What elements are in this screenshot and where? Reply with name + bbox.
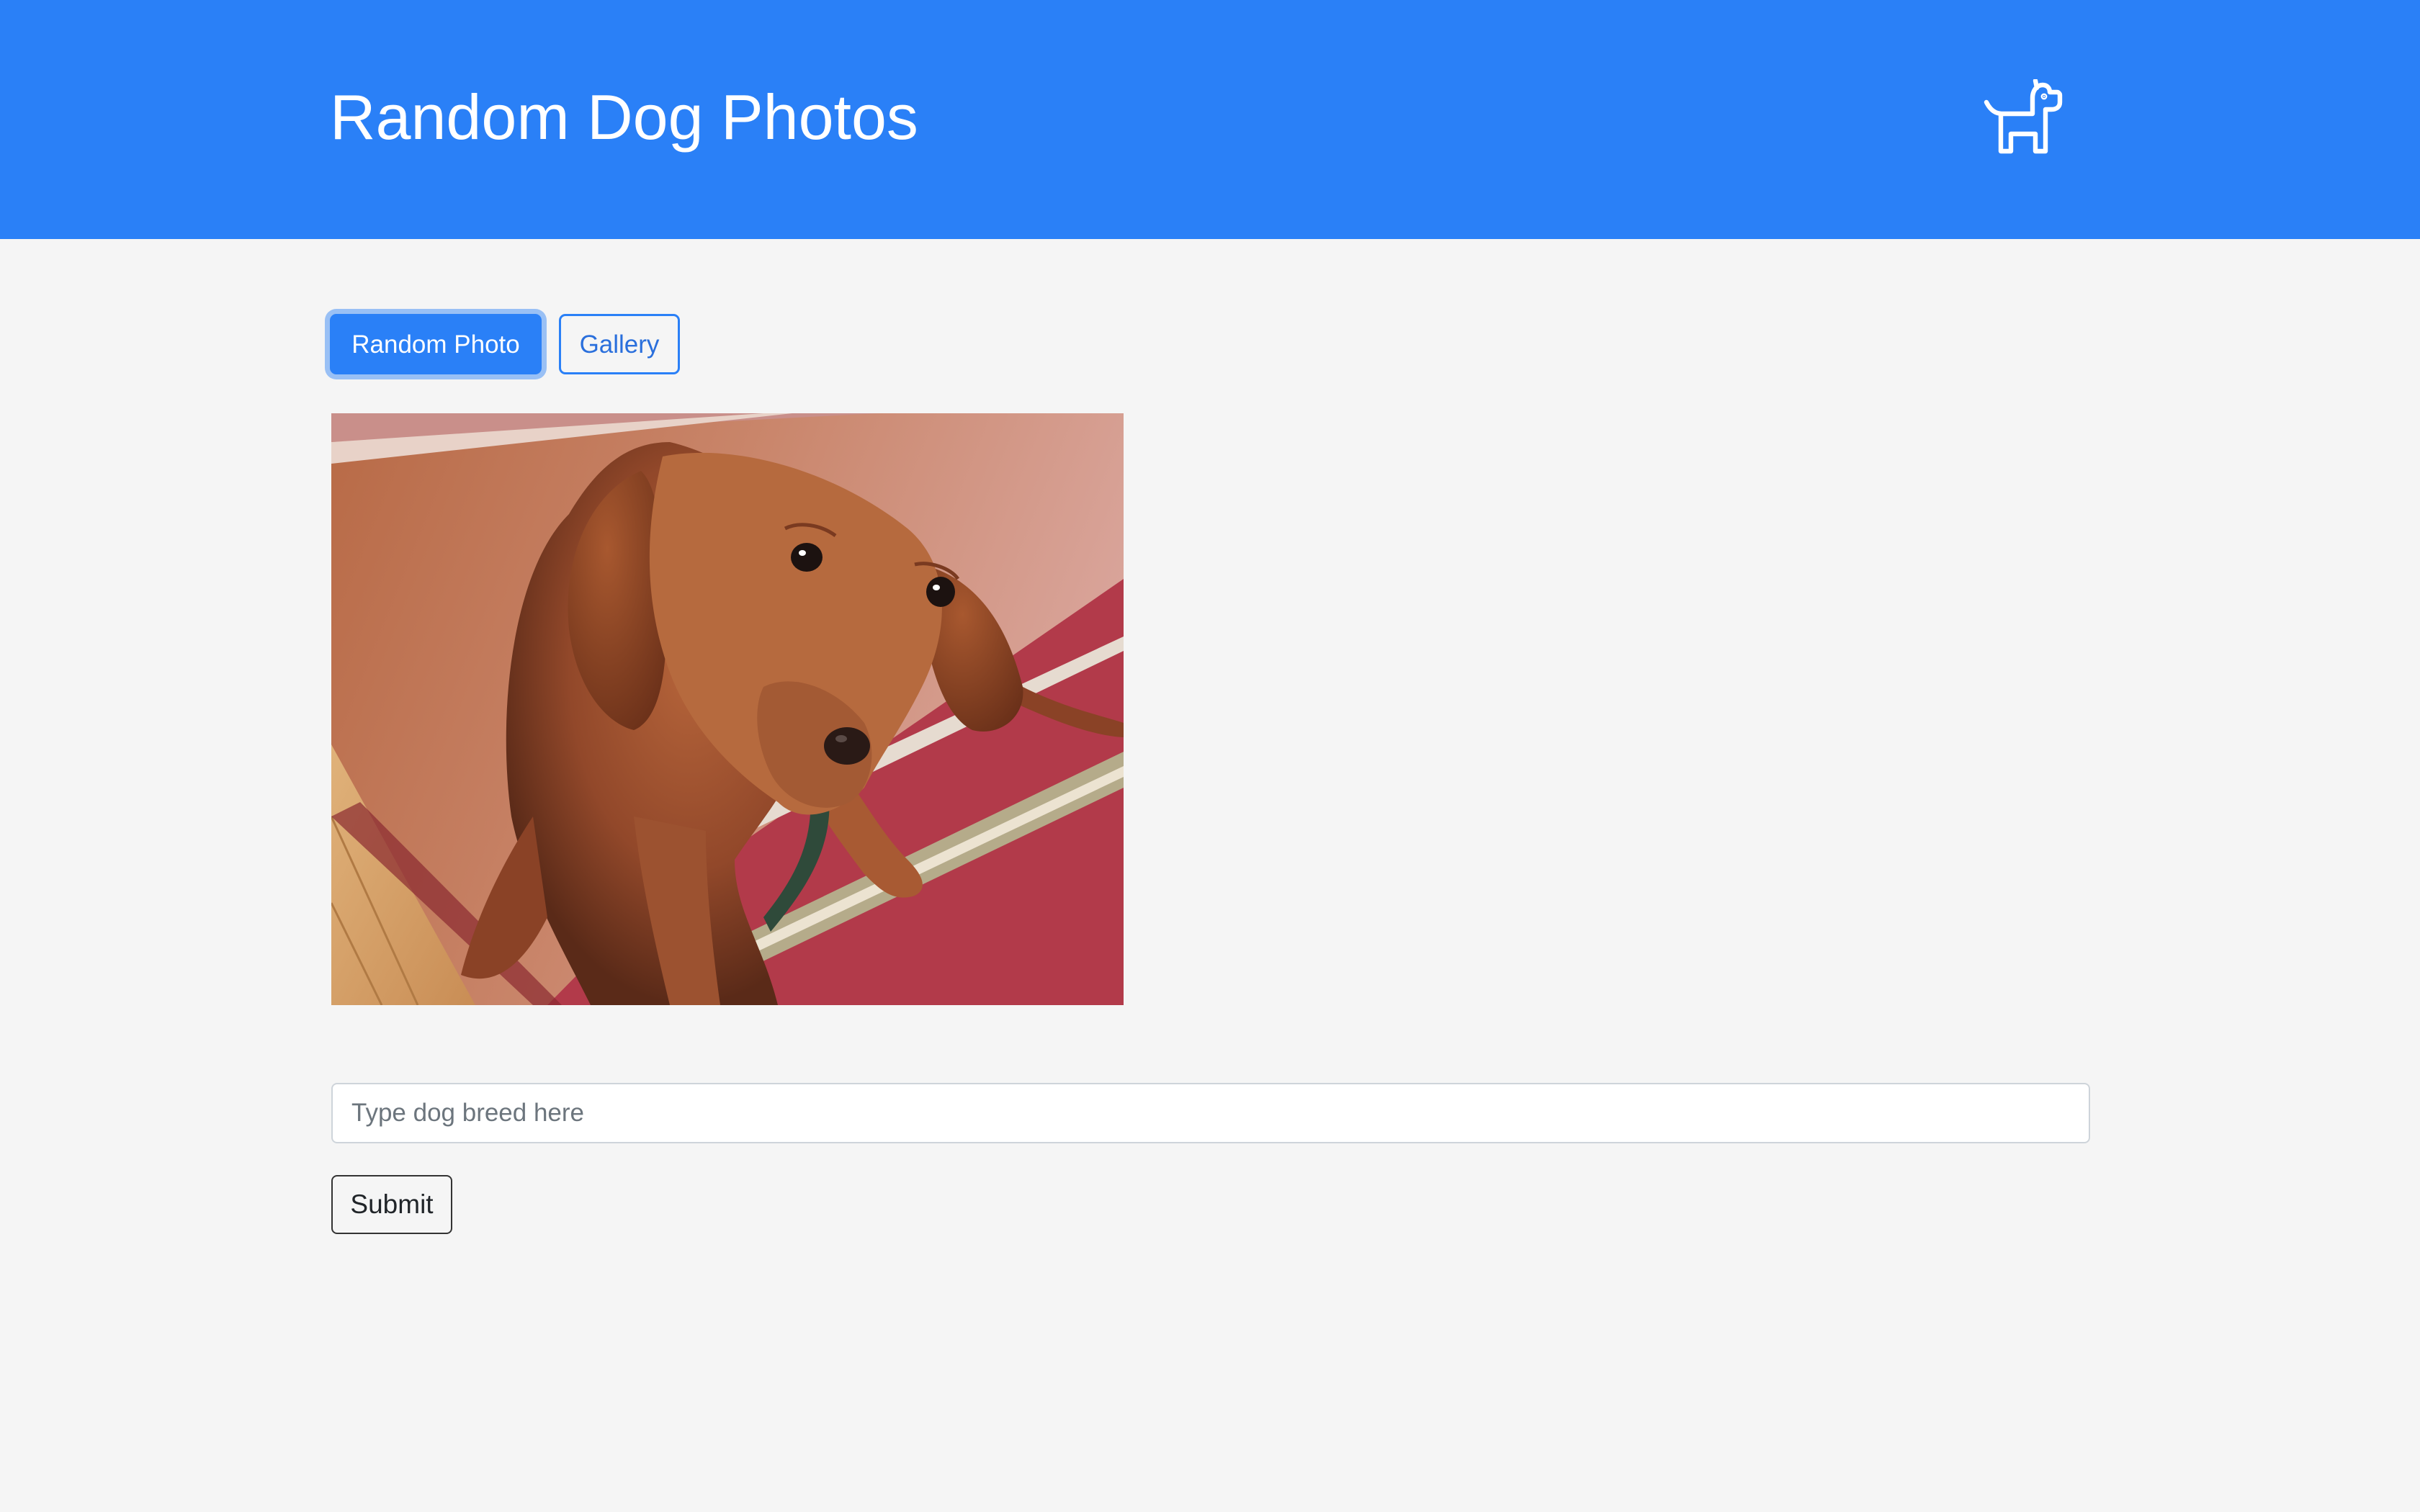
submit-button[interactable]: Submit	[331, 1175, 452, 1234]
page-title: Random Dog Photos	[330, 81, 918, 153]
app-header: Random Dog Photos	[0, 0, 2420, 239]
gallery-button[interactable]: Gallery	[559, 314, 680, 374]
dog-icon	[1984, 79, 2063, 154]
breed-search-input[interactable]	[331, 1083, 2090, 1143]
random-photo-button[interactable]: Random Photo	[330, 314, 542, 374]
dog-photo	[331, 413, 1124, 1005]
